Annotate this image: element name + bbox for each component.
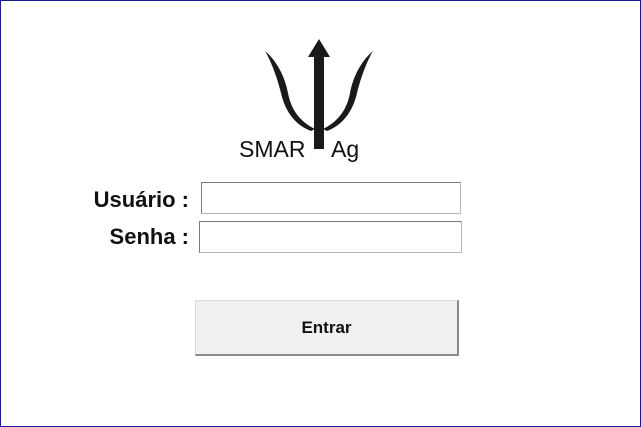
- username-input[interactable]: [201, 182, 461, 214]
- username-label: Usuário :: [93, 187, 189, 212]
- login-window: SMAR Ag Usuário : Senha : Entrar: [0, 0, 641, 427]
- brand-name: SMAR: [239, 136, 306, 162]
- password-input[interactable]: [199, 221, 462, 253]
- login-button[interactable]: Entrar: [195, 300, 459, 356]
- password-label: Senha :: [109, 224, 189, 249]
- brand-suffix: Ag: [331, 136, 360, 162]
